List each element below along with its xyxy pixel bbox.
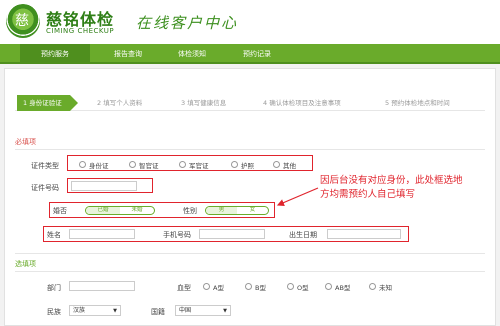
radio-officer-card[interactable] xyxy=(179,161,186,168)
logo-glyph: 慈 xyxy=(15,13,29,29)
step-4: 4 确认体检项目及注意事项 xyxy=(263,99,341,107)
divider xyxy=(15,253,485,254)
option-blood-o: O型 xyxy=(297,284,309,292)
option-other: 其他 xyxy=(283,162,296,170)
nationality-select[interactable]: 中国 ▼ xyxy=(175,305,231,316)
blood-type-label: 血型 xyxy=(177,284,191,292)
option-blood-b: B型 xyxy=(255,284,266,292)
gender-label: 性别 xyxy=(183,207,197,215)
ethnicity-select[interactable]: 汉族 ▼ xyxy=(69,305,121,316)
radio-id-card[interactable] xyxy=(79,161,86,168)
nationality-label: 国籍 xyxy=(151,308,165,316)
birth-label: 出生日期 xyxy=(289,231,317,239)
nav-item-report[interactable]: 报告查询 xyxy=(93,44,163,64)
nav-item-notice[interactable]: 体检须知 xyxy=(157,44,227,64)
radio-blood-o[interactable] xyxy=(287,283,294,290)
radio-other[interactable] xyxy=(273,161,280,168)
radio-blood-a[interactable] xyxy=(203,283,210,290)
step-3: 3 填写健康信息 xyxy=(181,99,227,107)
marital-option-single[interactable]: 未婚 xyxy=(120,207,154,214)
option-id-card: 身份证 xyxy=(89,162,109,170)
option-zhiguan-card: 智官证 xyxy=(139,162,159,170)
annotation-note: 因后台没有对应身份，此处框选地 方均需预约人自己填写 xyxy=(320,174,496,202)
step-2: 2 填写个人资料 xyxy=(97,99,143,107)
gender-option-female[interactable]: 女 xyxy=(237,207,268,214)
option-blood-a: A型 xyxy=(213,284,224,292)
department-label: 部门 xyxy=(47,284,61,292)
ethnicity-label: 民族 xyxy=(47,308,61,316)
marital-option-married[interactable]: 已婚 xyxy=(86,207,120,214)
annotation-line-2: 方均需预约人自己填写 xyxy=(320,189,416,200)
divider xyxy=(15,271,485,272)
header-slogan: 在线客户中心 xyxy=(136,14,239,32)
option-officer-card: 军官证 xyxy=(189,162,209,170)
gender-option-male[interactable]: 男 xyxy=(206,207,237,214)
id-number-input[interactable] xyxy=(71,181,137,191)
annotation-line-1: 因后台没有对应身份，此处框选地 xyxy=(320,175,463,186)
radio-blood-unknown[interactable] xyxy=(369,283,376,290)
nationality-value: 中国 xyxy=(179,307,192,314)
option-passport: 护照 xyxy=(241,162,254,170)
header: 慈 慈铭体检 CIMING CHECKUP 在线客户中心 xyxy=(0,0,500,44)
divider xyxy=(15,149,485,150)
department-input[interactable] xyxy=(69,281,135,291)
radio-blood-b[interactable] xyxy=(245,283,252,290)
optional-section-title: 选填项 xyxy=(15,260,36,268)
required-section-title: 必填项 xyxy=(15,138,36,146)
gender-toggle[interactable]: 男 女 xyxy=(205,206,269,215)
logo: 慈 xyxy=(6,4,40,38)
nav-item-records[interactable]: 预约记录 xyxy=(222,44,292,64)
step-1: 1 身份证验证 xyxy=(17,95,78,111)
ethnicity-value: 汉族 xyxy=(73,307,86,314)
name-label: 姓名 xyxy=(47,231,61,239)
radio-zhiguan-card[interactable] xyxy=(129,161,136,168)
option-blood-unknown: 未知 xyxy=(379,284,392,292)
name-input[interactable] xyxy=(69,229,135,239)
chevron-down-icon: ▼ xyxy=(223,308,227,314)
radio-blood-ab[interactable] xyxy=(325,283,332,290)
main-nav: 预约服务 报告查询 体检须知 预约记录 xyxy=(0,44,500,64)
radio-passport[interactable] xyxy=(231,161,238,168)
step-indicator: 1 身份证验证 2 填写个人资料 3 填写健康信息 4 确认体检项目及注意事项 … xyxy=(15,95,485,111)
marital-label: 婚否 xyxy=(53,207,67,215)
id-type-label: 证件类型 xyxy=(31,162,59,170)
chevron-down-icon: ▼ xyxy=(113,308,117,314)
id-number-label: 证件号码 xyxy=(31,184,59,192)
birth-date-input[interactable] xyxy=(327,229,401,239)
step-5: 5 预约体检地点和时间 xyxy=(385,99,450,107)
option-blood-ab: AB型 xyxy=(335,284,351,292)
phone-input[interactable] xyxy=(199,229,265,239)
marital-toggle[interactable]: 已婚 未婚 xyxy=(85,206,155,215)
brand-english: CIMING CHECKUP xyxy=(46,27,115,35)
nav-item-appointment[interactable]: 预约服务 xyxy=(20,44,90,64)
phone-label: 手机号码 xyxy=(163,231,191,239)
